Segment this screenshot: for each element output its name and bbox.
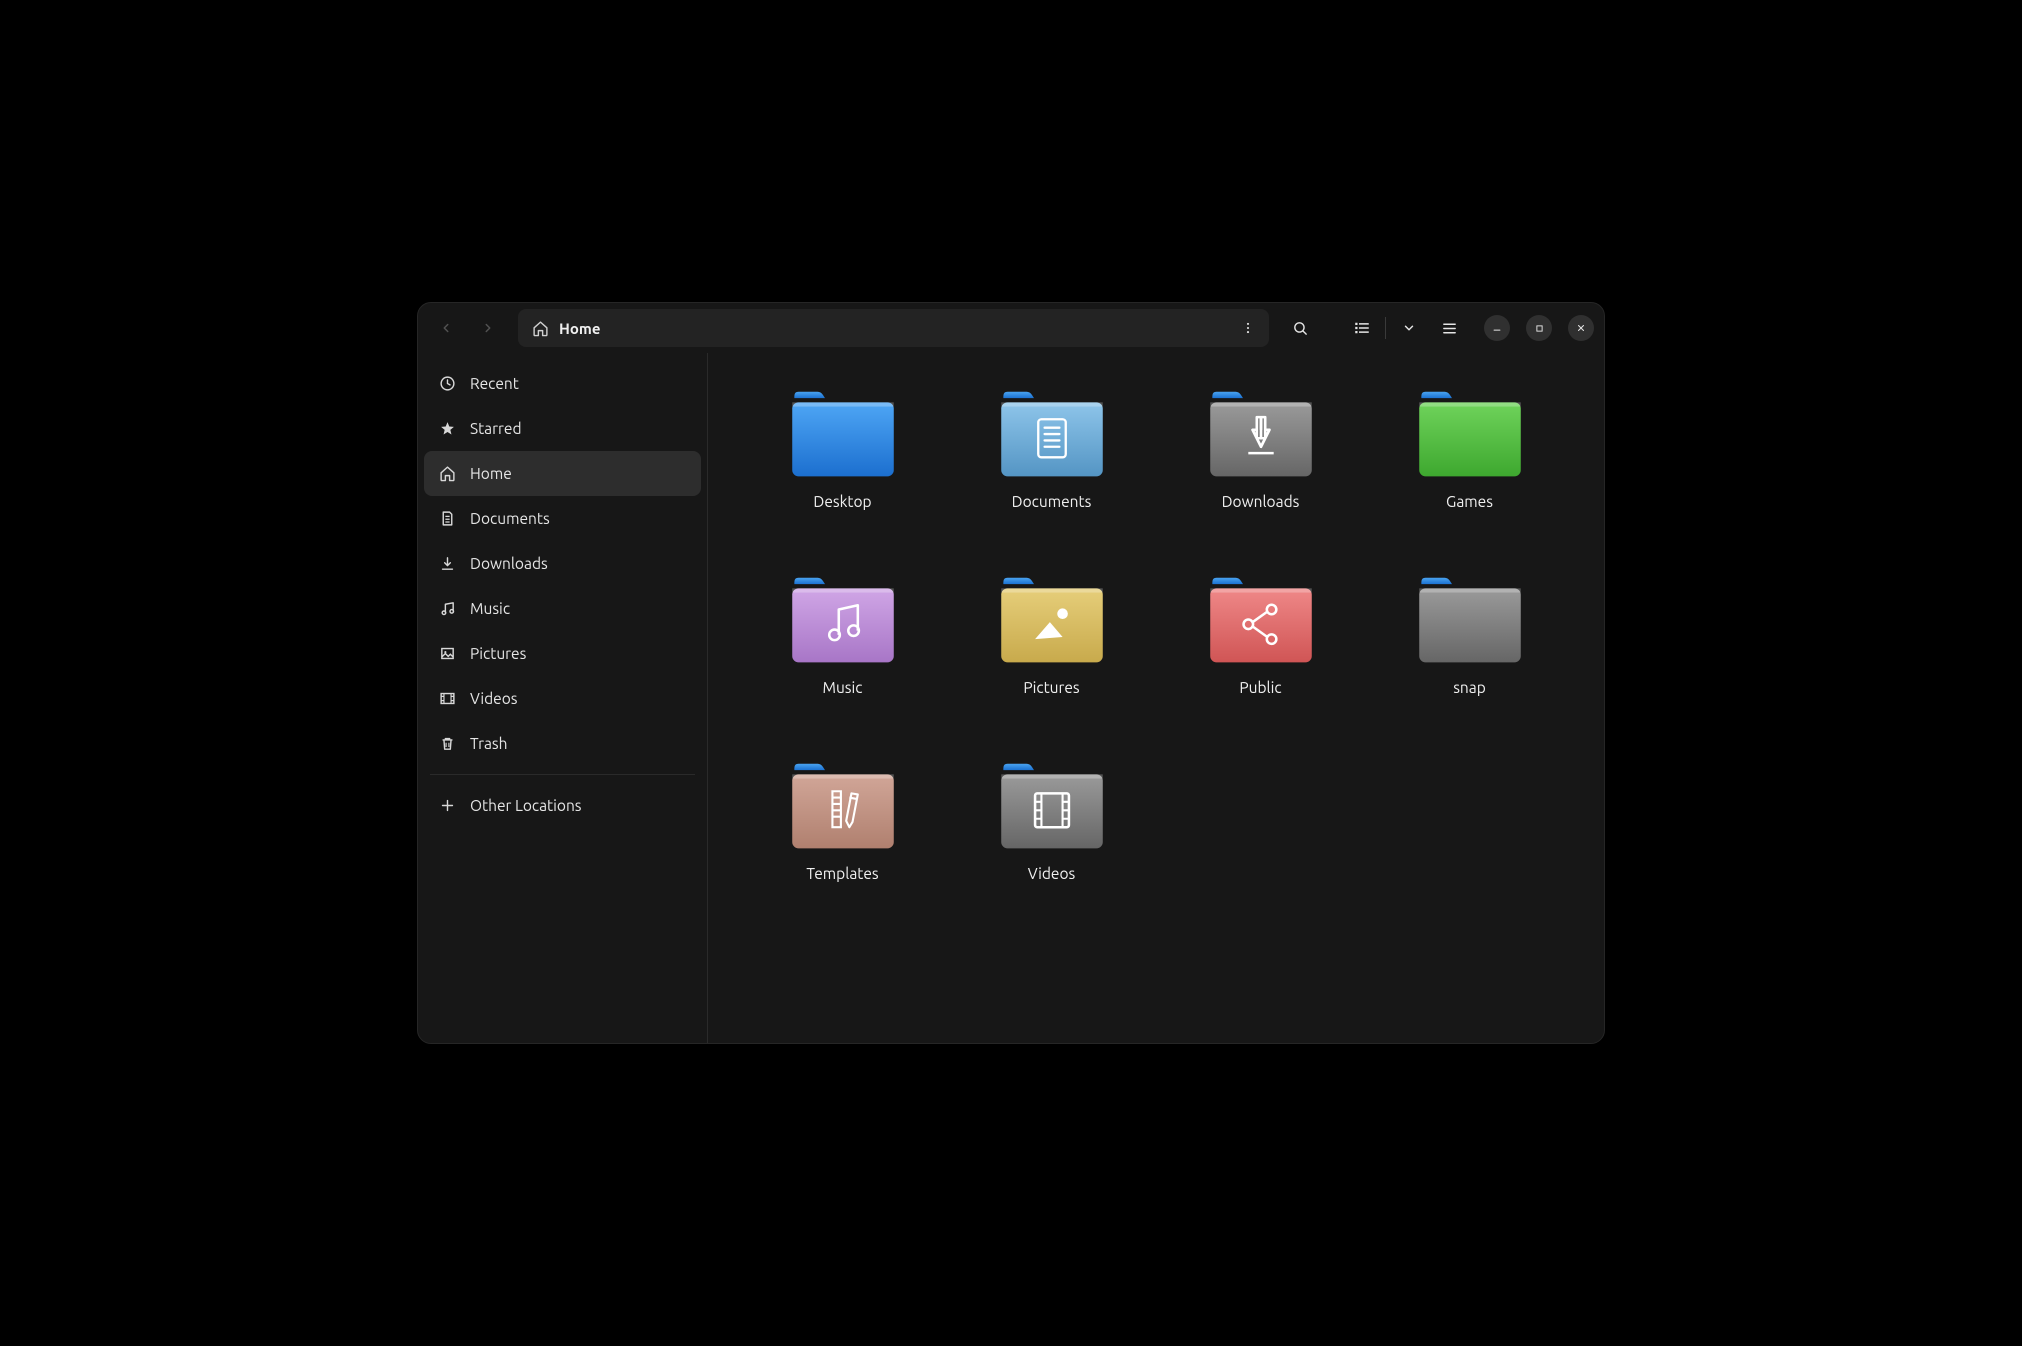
hamburger-menu-button[interactable] bbox=[1430, 309, 1468, 347]
folder-icon bbox=[1206, 383, 1316, 483]
folder-item[interactable]: Downloads bbox=[1166, 377, 1355, 557]
sidebar-item-music[interactable]: Music bbox=[424, 586, 701, 631]
folder-icon bbox=[1206, 569, 1316, 669]
sidebar-item-label: Pictures bbox=[470, 645, 526, 662]
folder-icon bbox=[1415, 383, 1525, 483]
picture-icon bbox=[438, 645, 456, 662]
star-icon bbox=[438, 420, 456, 437]
search-button[interactable] bbox=[1281, 309, 1319, 347]
pathbar[interactable]: Home bbox=[518, 309, 1269, 347]
folder-icon bbox=[997, 383, 1107, 483]
view-options-button[interactable] bbox=[1394, 309, 1424, 347]
sidebar-item-label: Videos bbox=[470, 690, 518, 707]
home-icon bbox=[438, 465, 456, 482]
folder-label: Music bbox=[822, 679, 862, 696]
path-menu-button[interactable] bbox=[1233, 313, 1263, 343]
toolbar-divider bbox=[1385, 317, 1386, 339]
folder-label: snap bbox=[1453, 679, 1486, 696]
sidebar-item-label: Starred bbox=[470, 420, 522, 437]
plus-icon bbox=[438, 797, 456, 814]
folder-item[interactable]: Music bbox=[748, 563, 937, 743]
maximize-button[interactable] bbox=[1526, 315, 1552, 341]
video-icon bbox=[438, 690, 456, 707]
folder-label: Games bbox=[1446, 493, 1493, 510]
file-manager-window: Home Re bbox=[417, 302, 1605, 1044]
trash-icon bbox=[438, 735, 456, 752]
sidebar-item-label: Trash bbox=[470, 735, 508, 752]
document-icon bbox=[438, 510, 456, 527]
download-icon bbox=[438, 555, 456, 572]
sidebar-item-label: Recent bbox=[470, 375, 519, 392]
folder-item[interactable]: Public bbox=[1166, 563, 1355, 743]
folder-label: Desktop bbox=[813, 493, 871, 510]
folder-icon bbox=[788, 569, 898, 669]
sidebar-divider bbox=[430, 774, 695, 775]
sidebar-item-pictures[interactable]: Pictures bbox=[424, 631, 701, 676]
sidebar-item-label: Downloads bbox=[470, 555, 548, 572]
sidebar-item-other-locations[interactable]: Other Locations bbox=[424, 783, 701, 828]
content-area: Recent Starred Home Documents Downloads … bbox=[418, 353, 1604, 1043]
folder-icon bbox=[788, 383, 898, 483]
folder-icon bbox=[997, 755, 1107, 855]
folder-item[interactable]: Pictures bbox=[957, 563, 1146, 743]
folder-item[interactable]: Documents bbox=[957, 377, 1146, 557]
sidebar-item-downloads[interactable]: Downloads bbox=[424, 541, 701, 586]
folder-label: Public bbox=[1239, 679, 1281, 696]
folder-icon bbox=[997, 569, 1107, 669]
file-grid[interactable]: Desktop Documents Downloads Games bbox=[708, 353, 1604, 1043]
music-icon bbox=[438, 600, 456, 617]
sidebar-item-recent[interactable]: Recent bbox=[424, 361, 701, 406]
titlebar: Home bbox=[418, 303, 1604, 353]
folder-item[interactable]: Templates bbox=[748, 749, 937, 929]
recent-icon bbox=[438, 375, 456, 392]
sidebar-item-videos[interactable]: Videos bbox=[424, 676, 701, 721]
folder-icon bbox=[1415, 569, 1525, 669]
folder-item[interactable]: Videos bbox=[957, 749, 1146, 929]
close-button[interactable] bbox=[1568, 315, 1594, 341]
view-list-button[interactable] bbox=[1347, 309, 1377, 347]
sidebar: Recent Starred Home Documents Downloads … bbox=[418, 353, 708, 1043]
sidebar-item-starred[interactable]: Starred bbox=[424, 406, 701, 451]
forward-button[interactable] bbox=[470, 310, 506, 346]
folder-label: Downloads bbox=[1222, 493, 1300, 510]
sidebar-item-home[interactable]: Home bbox=[424, 451, 701, 496]
folder-item[interactable]: Desktop bbox=[748, 377, 937, 557]
folder-label: Templates bbox=[806, 865, 878, 882]
sidebar-item-label: Home bbox=[470, 465, 512, 482]
sidebar-item-documents[interactable]: Documents bbox=[424, 496, 701, 541]
folder-label: Documents bbox=[1012, 493, 1092, 510]
folder-label: Videos bbox=[1028, 865, 1076, 882]
folder-item[interactable]: Games bbox=[1375, 377, 1564, 557]
back-button[interactable] bbox=[428, 310, 464, 346]
sidebar-item-trash[interactable]: Trash bbox=[424, 721, 701, 766]
sidebar-item-label: Other Locations bbox=[470, 797, 582, 814]
minimize-button[interactable] bbox=[1484, 315, 1510, 341]
folder-item[interactable]: snap bbox=[1375, 563, 1564, 743]
home-icon bbox=[532, 320, 549, 337]
sidebar-item-label: Music bbox=[470, 600, 510, 617]
folder-label: Pictures bbox=[1023, 679, 1079, 696]
folder-icon bbox=[788, 755, 898, 855]
path-label: Home bbox=[559, 320, 1233, 337]
sidebar-item-label: Documents bbox=[470, 510, 550, 527]
